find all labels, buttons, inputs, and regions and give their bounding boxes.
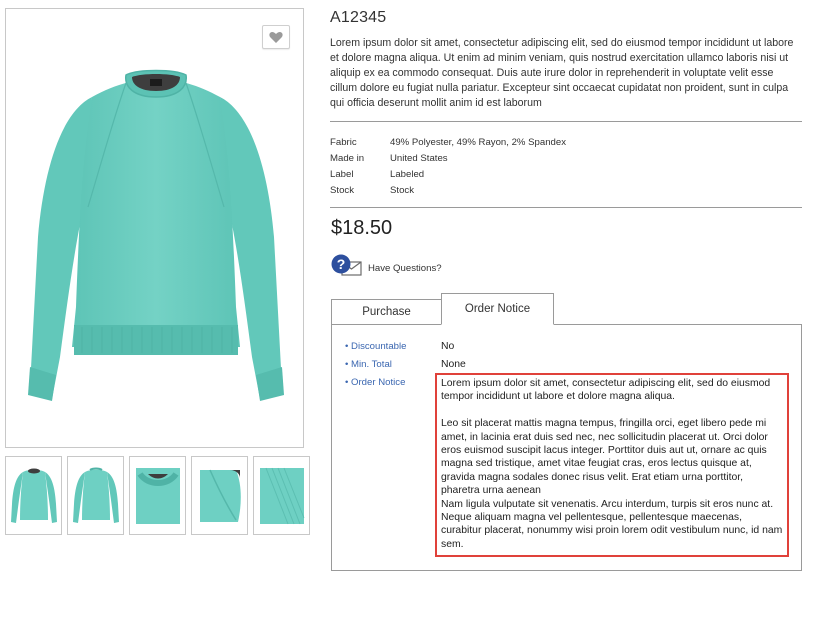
tab-order-notice[interactable]: Order Notice [441,293,554,325]
spec-row-fabric: Fabric 49% Polyester, 49% Rayon, 2% Span… [330,135,566,151]
product-price: $18.50 [331,217,393,239]
order-notice-paragraph: Nam ligula vulputate sit venenatis. Arcu… [441,498,783,550]
order-notice-paragraph: Leo sit placerat mattis magna tempus, fr… [441,418,768,497]
favorite-button[interactable] [262,25,290,49]
tab-purchase[interactable]: Purchase [331,299,442,324]
thumbnail-front[interactable] [5,456,62,535]
thumbnail-strip [5,456,310,535]
question-mail-icon: ? [331,254,362,276]
spec-row-made-in: Made in United States [330,151,566,167]
product-description: Lorem ipsum dolor sit amet, consectetur … [330,37,794,109]
spec-label: Label [330,169,354,180]
sweater-back-thumbnail [72,467,119,523]
spec-value: 49% Polyester, 49% Rayon, 2% Spandex [390,137,566,148]
divider [330,121,802,122]
heart-icon [269,31,283,43]
spec-label: Made in [330,153,365,164]
thumbnail-back[interactable] [67,456,124,535]
spec-value: United States [390,153,448,164]
thumbnail-shoulder[interactable] [191,456,248,535]
thumbnail-collar[interactable] [129,456,186,535]
spec-row-stock: Stock Stock [330,183,566,199]
svg-text:?: ? [337,256,346,272]
have-questions-link[interactable]: ? Have Questions? [331,254,442,277]
spec-label: Stock [330,185,354,196]
order-notice-label: • Order Notice [345,377,406,388]
product-sku: A12345 [330,9,387,26]
sweater-front-thumbnail [10,468,57,523]
spec-value: Stock [390,185,414,196]
min-total-label: • Min. Total [345,359,392,370]
order-notice-paragraph: Lorem ipsum dolor sit amet, consectetur … [441,378,771,403]
sweater-collar-thumbnail [135,467,180,524]
discountable-label: • Discountable [345,341,407,352]
min-total-value: None [441,359,466,370]
spec-value: Labeled [390,169,425,180]
main-product-image[interactable] [5,8,304,448]
sweater-cuff-thumbnail [259,467,304,524]
have-questions-label: Have Questions? [368,262,442,274]
spec-label: Fabric [330,137,357,148]
product-specs: Fabric 49% Polyester, 49% Rayon, 2% Span… [330,135,566,199]
order-notice-text: Lorem ipsum dolor sit amet, consectetur … [441,377,783,551]
thumbnail-cuff[interactable] [253,456,310,535]
sweater-shoulder-thumbnail [199,469,241,522]
spec-row-label: Label Labeled [330,167,566,183]
divider [330,207,802,208]
sweater-image [28,69,284,401]
discountable-value: No [441,341,455,352]
